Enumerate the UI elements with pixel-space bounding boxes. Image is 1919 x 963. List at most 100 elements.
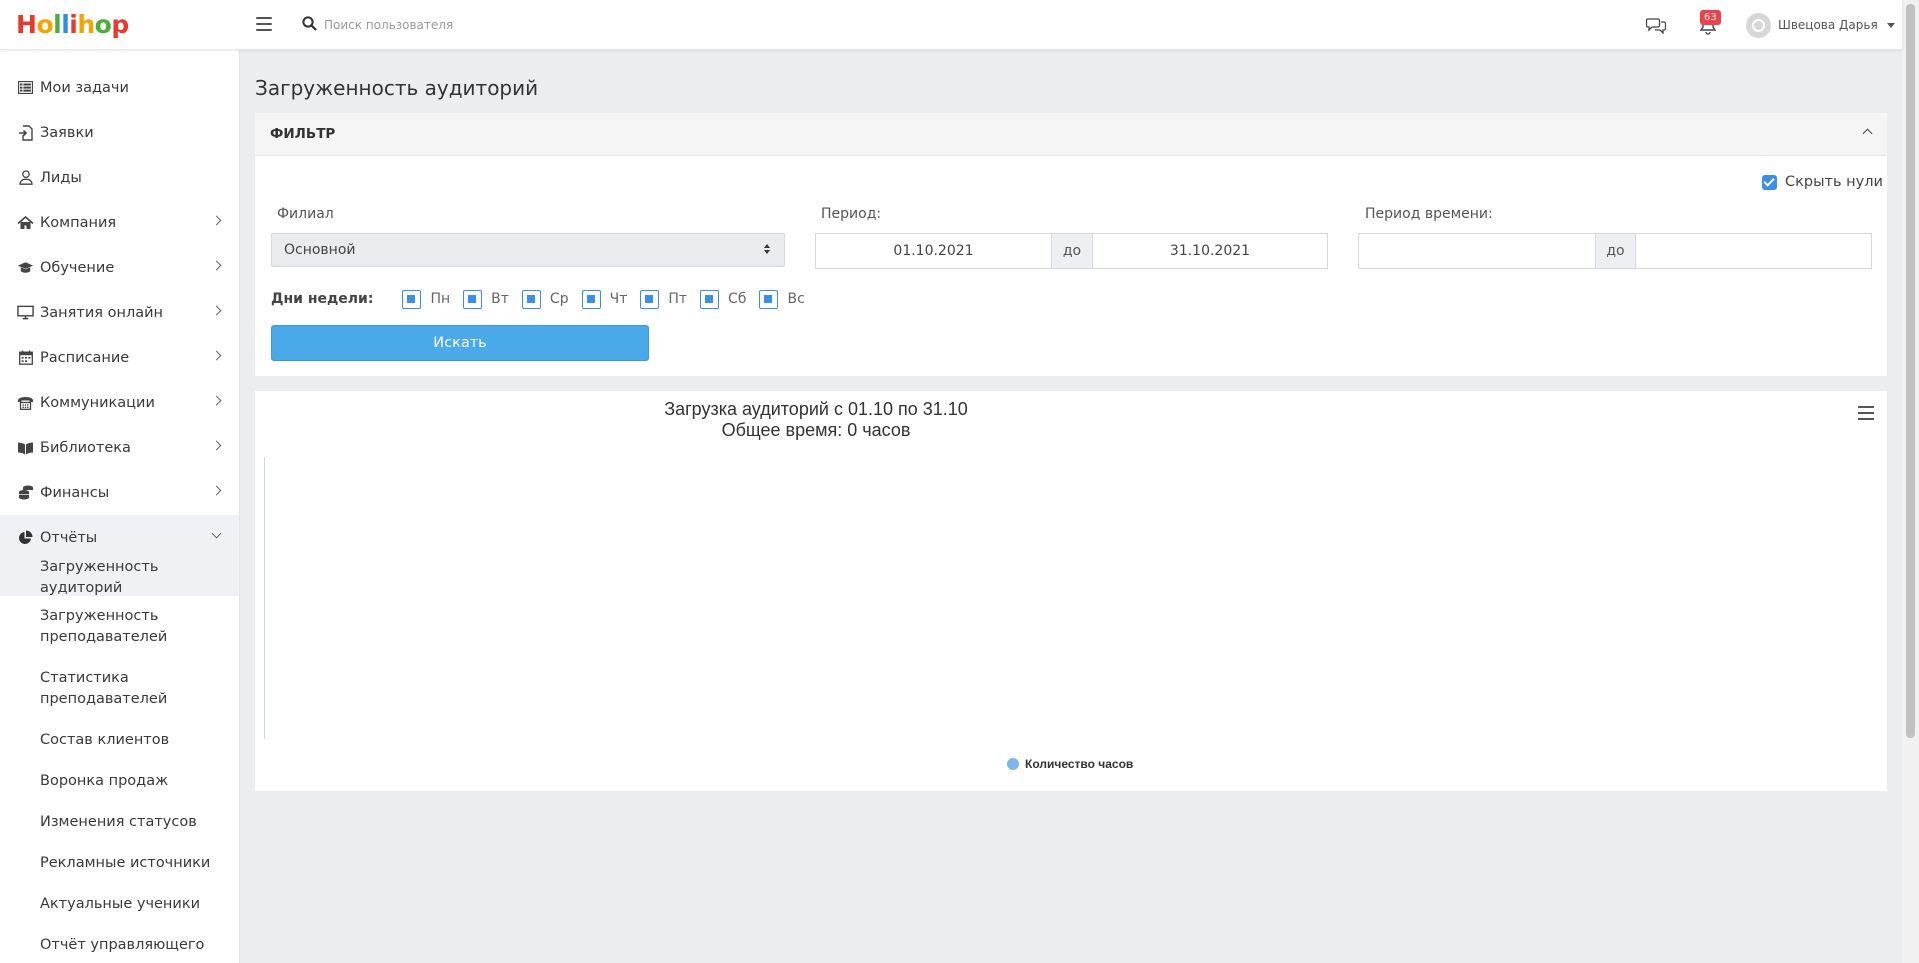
time-to-input[interactable]: [1635, 233, 1872, 269]
avatar: [1746, 12, 1771, 38]
sidebar-item-9[interactable]: Финансы: [0, 470, 239, 515]
monitor-icon: [17, 304, 34, 321]
logo-letter: p: [111, 10, 129, 39]
book-icon: [17, 439, 34, 456]
chevron-right-icon: [211, 485, 222, 496]
sidebar-item-0[interactable]: Мои задачи: [0, 65, 239, 110]
sidebar-item-1[interactable]: Заявки: [0, 110, 239, 155]
reports-subitem-3[interactable]: Состав клиентов: [0, 720, 239, 760]
checkbox-checked-icon: [581, 289, 601, 309]
chevron-up-icon[interactable]: [1862, 128, 1873, 139]
weekday-checkbox[interactable]: Вт: [463, 289, 509, 309]
sidebar-item-label: Отчёты: [40, 529, 98, 546]
period-from-input[interactable]: 01.10.2021: [815, 233, 1052, 269]
sidebar-item-4[interactable]: Обучение: [0, 245, 239, 290]
chevron-down-icon: [211, 528, 222, 539]
filter-title: ФИЛЬТР: [270, 126, 336, 142]
sidebar-item-label: Лиды: [40, 169, 82, 186]
period-to-label: до: [1052, 233, 1092, 269]
chart-panel: [255, 391, 1887, 791]
branch-select[interactable]: Основной: [271, 233, 785, 267]
sidebar-item-10[interactable]: Отчёты: [0, 515, 239, 560]
sidebar-item-6[interactable]: Расписание: [0, 335, 239, 380]
reports-subitem-5[interactable]: Изменения статусов: [0, 802, 239, 842]
list-icon: [17, 79, 34, 96]
weekday-checkbox[interactable]: Сб: [700, 289, 746, 309]
chart-legend-item[interactable]: Количество часов: [1007, 757, 1133, 771]
chevron-right-icon: [211, 260, 222, 271]
legend-label: Количество часов: [1025, 757, 1134, 771]
reports-subitem-label: Состав клиентов: [40, 731, 170, 748]
reports-subitem-6[interactable]: Рекламные источники: [0, 842, 239, 884]
reports-subitem-2[interactable]: Статистика преподавателей: [0, 658, 239, 720]
chevron-right-icon: [211, 305, 222, 316]
search-button[interactable]: Искать: [271, 325, 649, 361]
sidebar-item-label: Занятия онлайн: [40, 304, 163, 321]
reports-subitem-8[interactable]: Отчёт управляющего: [0, 924, 239, 963]
user-icon: [17, 169, 34, 186]
logo-letter: h: [77, 10, 95, 39]
page-title: Загруженность аудиторий: [255, 76, 539, 100]
sidebar-item-label: Мои задачи: [40, 79, 129, 96]
sidebar-item-5[interactable]: Занятия онлайн: [0, 290, 239, 335]
chart-context-menu-icon[interactable]: [1858, 406, 1874, 420]
branch-value: Основной: [284, 242, 356, 258]
period-label: Период:: [821, 206, 882, 222]
reports-subitem-label: Отчёт управляющего: [40, 936, 205, 953]
logo-letter: o: [94, 10, 112, 39]
pie-chart-icon: [17, 529, 34, 546]
menu-toggle-icon[interactable]: [256, 17, 272, 31]
chart-y-axis-line: [264, 457, 265, 739]
checkbox-checked-icon: [759, 289, 779, 309]
reports-subitem-label: Воронка продаж: [40, 772, 169, 789]
chat-icon[interactable]: [1646, 16, 1666, 34]
file-import-icon: [17, 124, 34, 141]
reports-subitem-label: Изменения статусов: [40, 813, 197, 830]
coins-icon: [17, 484, 34, 501]
graduation-cap-icon: [17, 259, 34, 276]
sidebar: Мои задачи Заявки Лиды Компания Обучение Заня…: [0, 50, 240, 963]
sidebar-item-2[interactable]: Лиды: [0, 155, 239, 200]
checkbox-checked-icon: [700, 289, 720, 309]
sidebar-item-label: Библиотека: [40, 439, 131, 456]
user-search-input[interactable]: [324, 12, 624, 38]
weekday-checkbox[interactable]: Пн: [402, 289, 450, 309]
weekday-checkbox[interactable]: Ср: [521, 289, 569, 309]
home-icon: [17, 214, 34, 231]
notifications-badge: 63: [1700, 10, 1721, 25]
reports-subitem-4[interactable]: Воронка продаж: [0, 760, 239, 802]
checkbox-checked-icon: [463, 289, 483, 309]
time-to-label: до: [1596, 233, 1635, 269]
reports-subitem-label: Загруженность аудиторий: [40, 559, 159, 596]
weekday-label: Вт: [491, 291, 509, 307]
sidebar-item-3[interactable]: Компания: [0, 200, 239, 245]
reports-subitem-0[interactable]: Загруженность аудиторий: [0, 559, 239, 596]
user-menu[interactable]: Швецова Дарья: [1746, 12, 1895, 38]
time-period-label: Период времени:: [1365, 206, 1493, 222]
hollihop-logo[interactable]: Hollihop: [16, 9, 129, 41]
sidebar-item-label: Компания: [40, 214, 117, 231]
weekday-label: Пт: [668, 291, 688, 307]
reports-subitem-7[interactable]: Актуальные ученики: [0, 884, 239, 924]
period-to-input[interactable]: 31.10.2021: [1092, 233, 1328, 269]
weekday-checkbox[interactable]: Пт: [640, 289, 688, 309]
weekday-checkbox[interactable]: Вс: [759, 289, 805, 309]
hide-zeros-checkbox[interactable]: Скрыть нули: [1762, 174, 1883, 190]
user-name: Швецова Дарья: [1778, 18, 1878, 32]
sidebar-item-label: Финансы: [40, 484, 110, 501]
reports-subitem-label: Загруженность преподавателей: [40, 608, 168, 645]
page-scrollbar[interactable]: [1902, 0, 1919, 963]
checkbox-checked-icon: [640, 289, 660, 309]
checkbox-checked-icon: [1762, 174, 1777, 190]
weekday-label: Ср: [549, 291, 569, 307]
checkbox-checked-icon: [402, 289, 422, 309]
scrollbar-thumb[interactable]: [1906, 4, 1915, 738]
time-from-input[interactable]: [1358, 233, 1596, 269]
weekday-label: Чт: [609, 291, 628, 307]
weekday-label: Вс: [787, 291, 805, 307]
chart-subtitle: Общее время: 0 часов: [721, 420, 911, 440]
reports-subitem-1[interactable]: Загруженность преподавателей: [0, 596, 239, 658]
sidebar-item-label: Заявки: [40, 124, 94, 141]
weekday-checkbox[interactable]: Чт: [581, 289, 628, 309]
branch-label: Филиал: [277, 206, 334, 222]
